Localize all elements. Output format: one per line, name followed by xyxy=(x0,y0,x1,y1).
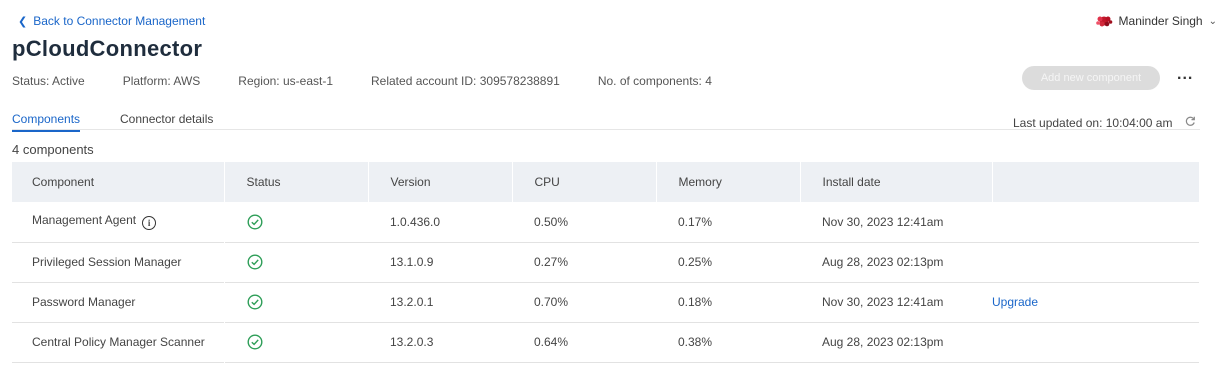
install-date-cell: Nov 30, 2023 12:41am xyxy=(822,214,944,229)
cpu-cell: 0.70% xyxy=(534,295,569,309)
check-circle-icon xyxy=(246,214,263,230)
memory-cell: 0.38% xyxy=(678,335,713,349)
chevron-left-icon: ❮ xyxy=(18,15,28,28)
memory-cell: 0.25% xyxy=(678,255,713,269)
memory-cell: 0.17% xyxy=(678,214,713,229)
avatar xyxy=(1095,14,1113,28)
status-cell xyxy=(224,242,368,282)
check-circle-icon xyxy=(246,294,263,310)
table-header-row: Component Status Version CPU Memory Inst… xyxy=(12,162,1199,202)
check-circle-icon xyxy=(246,254,263,270)
upgrade-link[interactable]: Upgrade xyxy=(992,295,1038,309)
refresh-icon[interactable] xyxy=(1184,115,1196,130)
user-menu[interactable]: Maninder Singh ⌄ xyxy=(1095,14,1217,28)
memory-cell: 0.18% xyxy=(678,295,713,309)
status-meta: Status: Active xyxy=(12,74,85,88)
platform-meta: Platform: AWS xyxy=(122,74,201,88)
version-cell: 1.0.436.0 xyxy=(390,214,441,229)
account-meta: Related account ID: 309578238891 xyxy=(371,74,560,88)
component-count: 4 components xyxy=(12,142,94,157)
status-cell xyxy=(224,202,368,242)
chevron-down-icon: ⌄ xyxy=(1208,15,1217,27)
install-date-cell: Nov 30, 2023 12:41am xyxy=(822,295,944,309)
version-cell: 13.2.0.3 xyxy=(390,335,434,349)
region-meta: Region: us-east-1 xyxy=(238,74,333,88)
tab-connector-details[interactable]: Connector details xyxy=(120,112,213,130)
component-name: Management Agent xyxy=(32,213,137,228)
table-row: Central Policy Manager Scanner 13.2.0.3 … xyxy=(12,322,1199,362)
components-meta: No. of components: 4 xyxy=(597,74,712,88)
install-date-cell: Aug 28, 2023 02:13pm xyxy=(822,255,944,269)
action-cell xyxy=(992,322,1199,362)
last-updated-text: Last updated on: 10:04:00 am xyxy=(1013,115,1173,130)
check-circle-icon xyxy=(246,334,263,350)
more-options-icon[interactable]: ... xyxy=(1177,67,1193,83)
column-header-cpu[interactable]: CPU xyxy=(511,162,656,202)
components-table: Component Status Version CPU Memory Inst… xyxy=(12,162,1199,363)
info-icon[interactable]: i xyxy=(142,216,157,231)
component-name-cell: Management Agent i xyxy=(12,202,225,242)
page-title: pCloudConnector xyxy=(12,36,203,61)
component-name-cell: Central Policy Manager Scanner xyxy=(12,322,225,362)
column-header-version[interactable]: Version xyxy=(367,162,512,202)
cpu-cell: 0.64% xyxy=(534,335,569,349)
column-header-actions xyxy=(991,162,1199,202)
table-row: Management Agent i 1.0.436.0 0.50% 0.17% … xyxy=(12,202,1199,242)
column-header-component[interactable]: Component xyxy=(12,162,225,202)
back-to-connector-management-link[interactable]: ❮ Back to Connector Management xyxy=(18,14,205,28)
column-header-install-date[interactable]: Install date xyxy=(799,162,992,202)
back-link-label: Back to Connector Management xyxy=(33,14,206,28)
action-cell xyxy=(992,202,1199,242)
component-name-cell: Password Manager xyxy=(12,282,225,322)
table-row: Password Manager 13.2.0.1 0.70% 0.18% No… xyxy=(12,282,1199,322)
action-cell xyxy=(992,242,1199,282)
column-header-memory[interactable]: Memory xyxy=(655,162,800,202)
component-name-cell: Privileged Session Manager xyxy=(12,242,225,282)
table-row: Privileged Session Manager 13.1.0.9 0.27… xyxy=(12,242,1199,282)
cpu-cell: 0.27% xyxy=(534,255,569,269)
status-cell xyxy=(224,322,368,362)
tab-components[interactable]: Components xyxy=(12,112,81,132)
last-updated: Last updated on: 10:04:00 am xyxy=(1013,115,1196,130)
connector-meta: Status: Active Platform: AWS Region: us-… xyxy=(12,74,750,88)
status-cell xyxy=(224,282,368,322)
column-header-status[interactable]: Status xyxy=(223,162,368,202)
version-cell: 13.1.0.9 xyxy=(390,255,434,269)
user-name: Maninder Singh xyxy=(1118,14,1203,28)
version-cell: 13.2.0.1 xyxy=(390,295,434,309)
add-new-component-button[interactable]: Add new component xyxy=(1022,66,1160,90)
cpu-cell: 0.50% xyxy=(534,214,569,229)
action-cell: Upgrade xyxy=(992,282,1199,322)
install-date-cell: Aug 28, 2023 02:13pm xyxy=(822,335,944,349)
